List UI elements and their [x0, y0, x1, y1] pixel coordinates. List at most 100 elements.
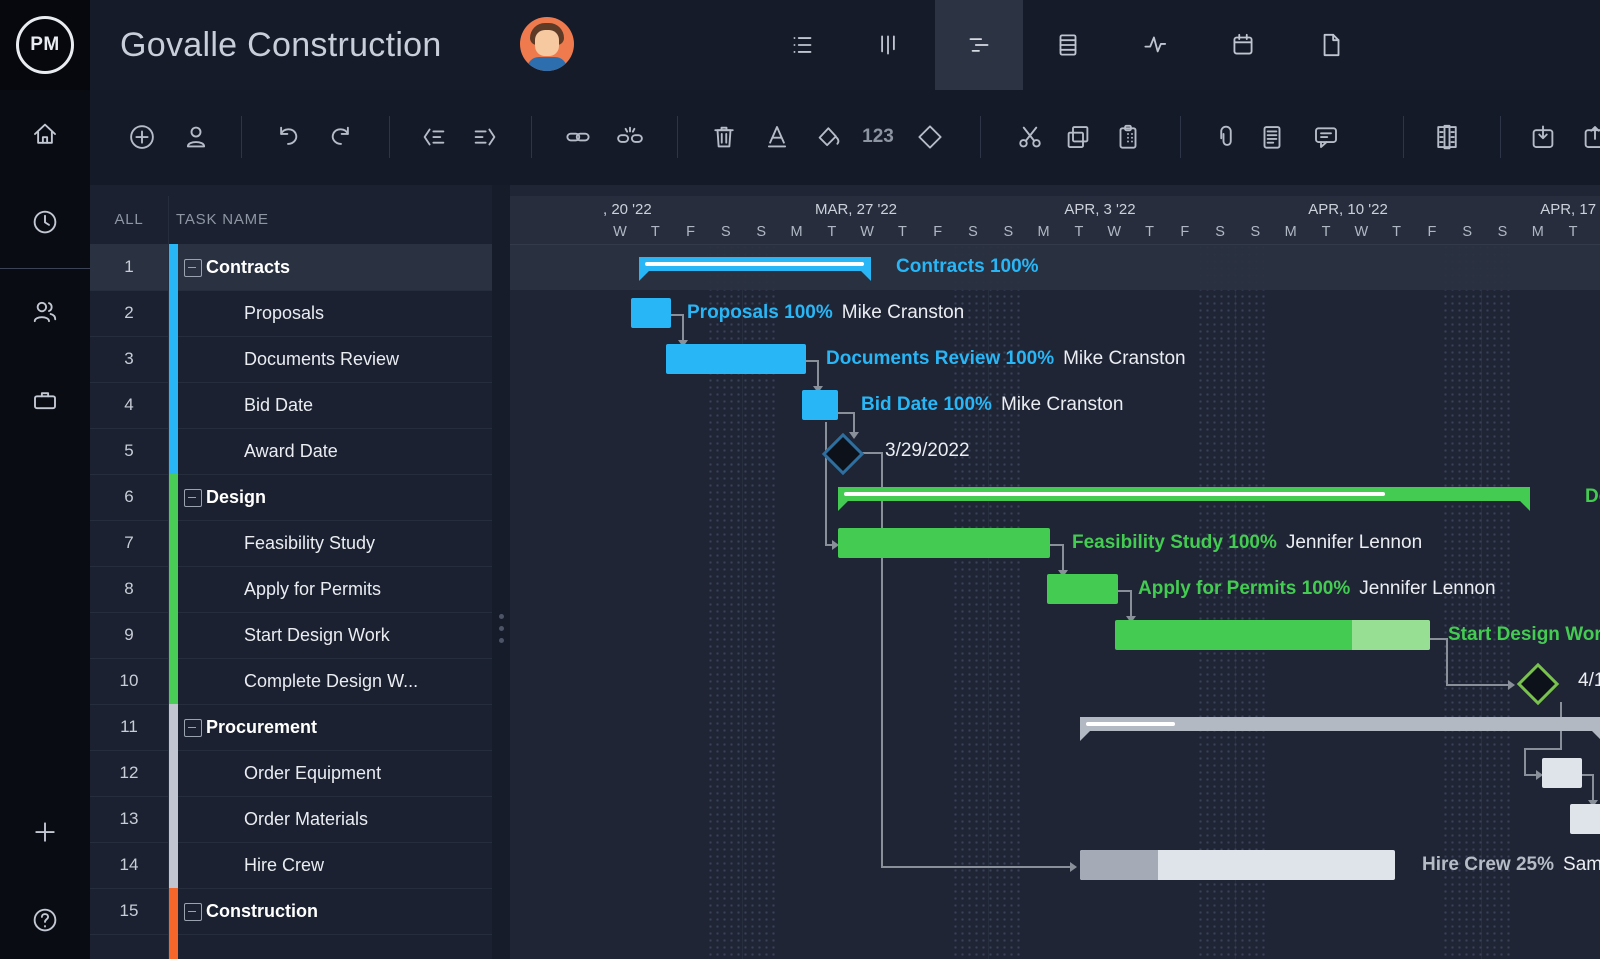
- task-row[interactable]: 8Apply for Permits: [90, 566, 492, 613]
- column-task-name[interactable]: TASK NAME: [176, 196, 269, 244]
- portfolio-button[interactable]: [22, 377, 68, 423]
- indent-button[interactable]: [462, 114, 508, 160]
- app-logo[interactable]: PM: [0, 0, 90, 90]
- panel-resize-handle[interactable]: [492, 185, 510, 959]
- columns-button[interactable]: [1424, 114, 1470, 160]
- task-row[interactable]: 10Complete Design W...: [90, 658, 492, 705]
- task-row[interactable]: 12Order Equipment: [90, 750, 492, 797]
- home-button[interactable]: [22, 111, 68, 157]
- gantt-task-bar[interactable]: [1115, 620, 1430, 650]
- task-row[interactable]: 15Construction: [90, 888, 492, 935]
- dependency-connector: [1524, 748, 1562, 750]
- gantt-task-bar[interactable]: [1080, 850, 1395, 880]
- gantt-task-bar[interactable]: [1570, 804, 1600, 834]
- dependency-arrow-icon: [1070, 862, 1077, 872]
- toolbar-divider: [531, 116, 532, 158]
- task-color-accent: [168, 428, 178, 474]
- bar-label-assignee: Jennifer Lennon: [1359, 578, 1495, 599]
- collapse-toggle-icon[interactable]: [184, 489, 202, 507]
- fill-color-button[interactable]: [806, 114, 852, 160]
- gantt-view-icon: [964, 30, 994, 60]
- toolbar-divider: [980, 116, 981, 158]
- view-list-view[interactable]: [759, 0, 847, 90]
- cut-button[interactable]: [1007, 114, 1053, 160]
- add-button[interactable]: [22, 809, 68, 855]
- copy-button[interactable]: [1055, 114, 1101, 160]
- undo-button[interactable]: [265, 114, 311, 160]
- summary-progress-stripe: [844, 492, 1385, 496]
- attachment-button[interactable]: [1203, 114, 1249, 160]
- help-button[interactable]: [22, 897, 68, 943]
- view-activity-view[interactable]: [1111, 0, 1199, 90]
- task-row[interactable]: 11Procurement: [90, 704, 492, 751]
- gantt-task-bar[interactable]: [631, 298, 671, 328]
- gantt-chart[interactable]: Contracts 100%Proposals 100%Mike Cransto…: [510, 185, 1600, 959]
- numbers-icon[interactable]: 123: [855, 114, 901, 160]
- task-row[interactable]: 2Proposals: [90, 290, 492, 337]
- task-row[interactable]: 1Contracts: [90, 244, 492, 291]
- task-row[interactable]: 9Start Design Work: [90, 612, 492, 659]
- link-tasks-button[interactable]: [555, 114, 601, 160]
- bar-label-assignee: Mike Cranston: [842, 302, 965, 323]
- rail-divider: [0, 268, 90, 269]
- timeline-header: , 20 '22MAR, 27 '22APR, 3 '22APR, 10 '22…: [510, 196, 1600, 245]
- milestone-diamond-icon[interactable]: [1517, 663, 1559, 705]
- bar-label-assignee: Mike Cranston: [1001, 394, 1124, 415]
- export-icon: [1580, 122, 1600, 152]
- collapse-toggle-icon[interactable]: [184, 719, 202, 737]
- task-row[interactable]: 14Hire Crew: [90, 842, 492, 889]
- outdent-button[interactable]: [411, 114, 457, 160]
- team-button[interactable]: [22, 289, 68, 335]
- collapse-toggle-icon[interactable]: [184, 259, 202, 277]
- avatar[interactable]: [520, 17, 574, 71]
- gantt-task-bar[interactable]: [666, 344, 806, 374]
- notes-button[interactable]: [1249, 114, 1295, 160]
- comment-icon: [1311, 122, 1341, 152]
- task-row[interactable]: 13Order Materials: [90, 796, 492, 843]
- task-name: Complete Design W...: [244, 658, 418, 704]
- gantt-task-bar[interactable]: [838, 528, 1050, 558]
- task-list-header: ALL TASK NAME: [90, 196, 492, 245]
- timeline-day-letter: M: [1279, 221, 1303, 243]
- sheet-view-icon: [1053, 30, 1083, 60]
- gantt-task-bar[interactable]: [1542, 758, 1582, 788]
- bar-label-name: Contracts 100%: [896, 256, 1039, 277]
- import-button[interactable]: [1520, 114, 1566, 160]
- task-row[interactable]: 6Design: [90, 474, 492, 521]
- paste-button[interactable]: [1105, 114, 1151, 160]
- gantt-task-bar[interactable]: [802, 390, 838, 420]
- view-calendar-view[interactable]: [1199, 0, 1287, 90]
- redo-button[interactable]: [318, 114, 364, 160]
- unlink-tasks-button[interactable]: [607, 114, 653, 160]
- collapse-toggle-icon[interactable]: [184, 903, 202, 921]
- column-all[interactable]: ALL: [90, 196, 168, 244]
- recent-button[interactable]: [22, 199, 68, 245]
- add-task-button[interactable]: [119, 114, 165, 160]
- gantt-task-bar[interactable]: [1047, 574, 1118, 604]
- task-row[interactable]: [90, 934, 492, 959]
- task-name: Order Equipment: [244, 750, 381, 796]
- milestone-diamond-icon[interactable]: [822, 433, 864, 475]
- timeline-week-label: APR, 17 '22: [1540, 199, 1600, 221]
- view-document-view[interactable]: [1287, 0, 1375, 90]
- comment-button[interactable]: [1303, 114, 1349, 160]
- board-view-icon: [873, 30, 903, 60]
- avatar-shirt: [527, 57, 567, 71]
- task-row[interactable]: 4Bid Date: [90, 382, 492, 429]
- milestone-button[interactable]: [907, 114, 953, 160]
- task-row-number: 3: [90, 336, 168, 382]
- font-color-button[interactable]: [754, 114, 800, 160]
- view-board-view[interactable]: [844, 0, 932, 90]
- delete-button[interactable]: [701, 114, 747, 160]
- task-row[interactable]: 7Feasibility Study: [90, 520, 492, 567]
- view-gantt-view[interactable]: [935, 0, 1023, 90]
- task-row[interactable]: 5Award Date: [90, 428, 492, 475]
- view-sheet-view[interactable]: [1024, 0, 1112, 90]
- summary-cap-left: [838, 501, 848, 511]
- gantt-bar-label: Hire Crew 25%Sam Smith: [1422, 842, 1600, 888]
- task-row[interactable]: 3Documents Review: [90, 336, 492, 383]
- milestone-icon: [915, 122, 945, 152]
- team-icon: [30, 297, 60, 327]
- export-button[interactable]: [1572, 114, 1600, 160]
- assign-user-button[interactable]: [173, 114, 219, 160]
